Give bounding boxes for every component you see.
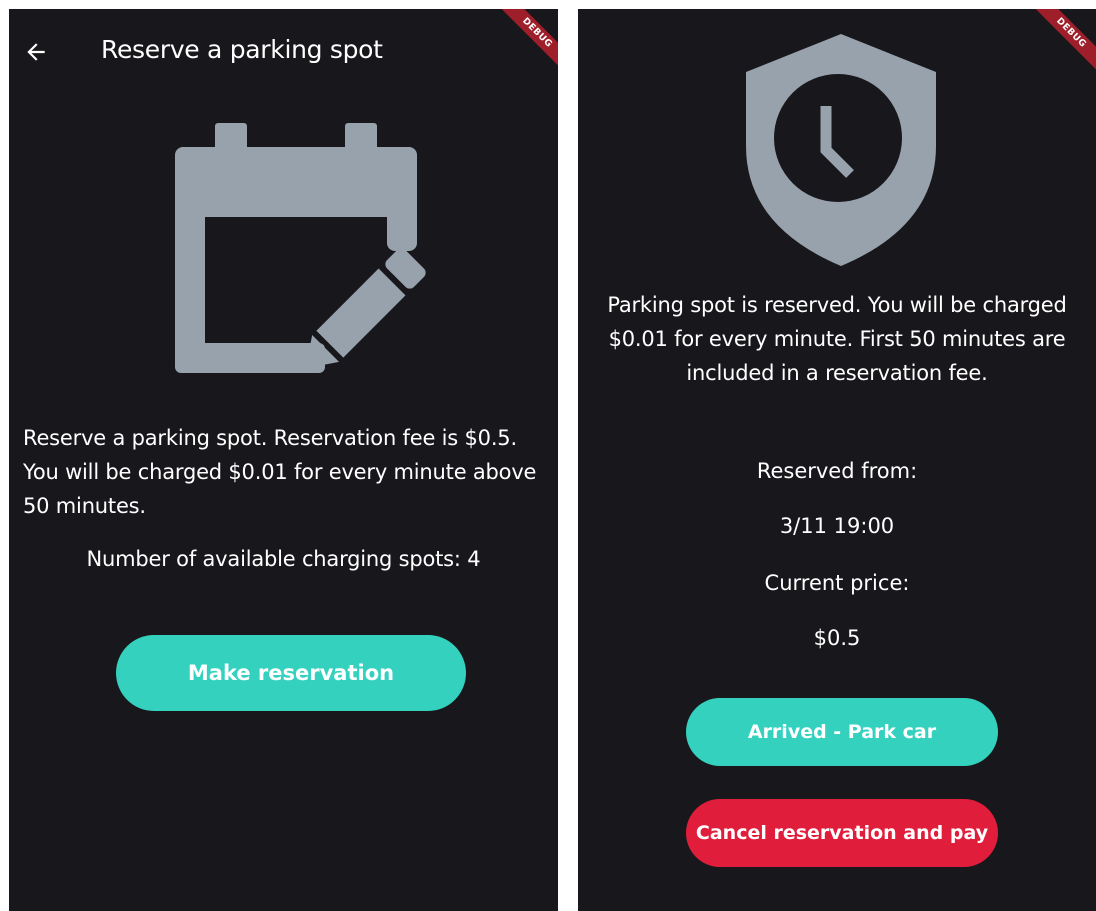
reserved-screen: DEBUG Parking spot is reserved. You will… [578, 9, 1096, 911]
reserve-screen: DEBUG Reserve a parking spot Reserve a p… [9, 9, 558, 911]
reserved-from-label: Reserved from: [756, 459, 918, 483]
debug-banner: DEBUG [1026, 9, 1096, 78]
current-price-value: $0.5 [813, 626, 861, 650]
make-reservation-button[interactable]: Make reservation [116, 635, 466, 711]
shield-clock-icon [746, 34, 936, 266]
reservation-confirmation: Parking spot is reserved. You will be ch… [607, 293, 1067, 385]
cancel-reservation-button[interactable]: Cancel reservation and pay [686, 799, 998, 867]
arrow-back-icon[interactable] [23, 39, 49, 65]
available-spots-text: Number of available charging spots: 4 [86, 547, 481, 571]
arrived-park-car-button[interactable]: Arrived - Park car [686, 698, 998, 766]
app-bar: Reserve a parking spot [9, 9, 558, 97]
reserved-from-value: 3/11 19:00 [779, 514, 895, 538]
reservation-description: Reserve a parking spot. Reservation fee … [23, 426, 537, 518]
page-title: Reserve a parking spot [101, 35, 383, 64]
calendar-edit-icon [175, 123, 426, 373]
current-price-label: Current price: [764, 571, 910, 595]
